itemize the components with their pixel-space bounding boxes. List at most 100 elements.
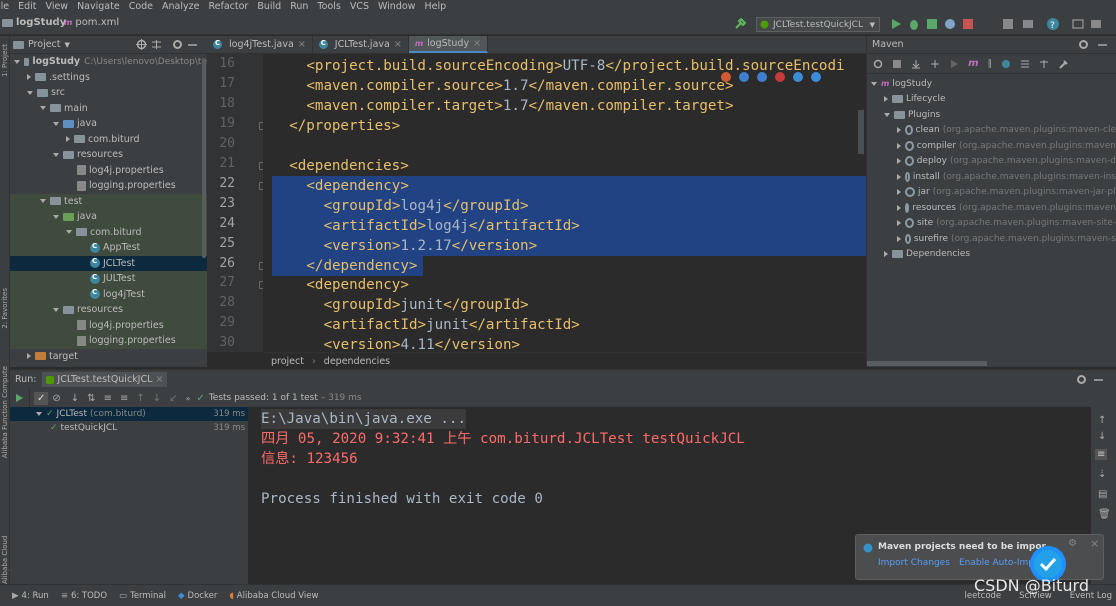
run-icon[interactable]	[949, 59, 959, 69]
chevron-down-icon[interactable]	[53, 152, 59, 157]
tree-node[interactable]: logStudy C:\Users\lenovo\Desktop\te	[10, 54, 207, 70]
collapse-all-icon[interactable]	[151, 39, 162, 50]
reload-icon[interactable]	[873, 59, 883, 69]
chevron-down-icon[interactable]	[40, 199, 46, 204]
maven-tree-node[interactable]: clean (org.apache.maven.plugins:maven-cle	[867, 123, 1116, 139]
next-failed-icon[interactable]: ↓	[153, 393, 161, 404]
chevron-right-icon[interactable]	[27, 74, 31, 81]
editor-tab[interactable]: m logStudy ×	[408, 36, 489, 53]
run-tab[interactable]: JCLTest.testQuickJCL ×	[42, 372, 168, 387]
chevron-right-icon[interactable]	[897, 204, 901, 211]
tree-node[interactable]: resources	[10, 147, 207, 163]
minimize-icon[interactable]	[1097, 39, 1108, 50]
close-icon[interactable]: ×	[155, 374, 163, 385]
chevron-down-icon[interactable]	[36, 412, 42, 416]
show-ignored-icon[interactable]: ⊘	[52, 393, 60, 404]
tree-node[interactable]: AppTest	[10, 240, 207, 256]
function-compute-tool-button[interactable]: Alibaba Function Compute	[1, 366, 9, 458]
previous-failed-icon[interactable]: ↑	[136, 393, 144, 404]
gear-icon[interactable]	[1078, 39, 1089, 50]
print-icon[interactable]: ▤	[1098, 489, 1107, 500]
tree-node[interactable]: src	[10, 85, 207, 101]
maven-tree-node[interactable]: jar (org.apache.maven.plugins:maven-jar-p…	[867, 185, 1116, 201]
maven-tree-node[interactable]: site (org.apache.maven.plugins:maven-site…	[867, 216, 1116, 232]
tree-node[interactable]: com.biturd	[10, 224, 207, 240]
chevron-right-icon[interactable]	[897, 158, 901, 165]
show-passed-toggle[interactable]: ✓	[34, 391, 49, 405]
locate-icon[interactable]	[135, 39, 147, 50]
tree-node[interactable]: JCLTest	[10, 255, 207, 271]
rerun-icon[interactable]	[14, 393, 24, 403]
expand-all-icon[interactable]: ≡	[104, 393, 112, 404]
minimize-icon[interactable]	[187, 39, 198, 50]
breadcrumb-item[interactable]: dependencies	[324, 356, 390, 367]
maven-tree-node[interactable]: compiler (org.apache.maven.plugins:maven	[867, 138, 1116, 154]
chevron-down-icon[interactable]	[66, 230, 72, 235]
scrollbar[interactable]	[858, 110, 864, 154]
execute-goal-icon[interactable]: m	[968, 58, 978, 69]
close-icon[interactable]: ×	[1090, 537, 1099, 550]
maven-tree-node[interactable]: surefire (org.apache.maven.plugins:maven-…	[867, 231, 1116, 247]
tree-node[interactable]: main	[10, 101, 207, 117]
generate-sources-icon[interactable]	[892, 59, 902, 69]
menu-item[interactable]: Edit	[18, 1, 36, 12]
menu-item[interactable]: Navigate	[77, 1, 120, 12]
code-editor[interactable]: <project.build.sourceEncoding>UTF-8</pro…	[263, 54, 866, 352]
tree-node[interactable]: log4j.properties	[10, 163, 207, 179]
sort-alpha-icon[interactable]: ↓	[71, 393, 79, 404]
tree-node[interactable]: java	[10, 116, 207, 132]
scrollbar[interactable]	[202, 58, 206, 258]
debug-icon[interactable]	[908, 18, 920, 30]
close-icon[interactable]: ×	[394, 39, 402, 50]
run-configuration-select[interactable]: JCLTest.testQuickJCL ▼	[756, 17, 880, 32]
enable-auto-import-link[interactable]: Enable Auto-Imp	[959, 558, 1034, 568]
sdk-icon[interactable]	[1022, 18, 1034, 30]
menu-item[interactable]: Window	[378, 1, 415, 12]
download-icon[interactable]	[911, 59, 921, 69]
toggle-offline-icon[interactable]: ∥	[987, 59, 992, 69]
menu-item[interactable]: View	[46, 1, 69, 12]
close-icon[interactable]: ×	[298, 39, 306, 50]
import-changes-link[interactable]: Import Changes	[878, 558, 950, 568]
minimize-icon[interactable]	[1093, 374, 1104, 385]
collapse-all-icon[interactable]: ≡	[120, 393, 128, 404]
hammer-icon[interactable]	[734, 18, 746, 30]
chevron-right-icon[interactable]	[66, 136, 70, 143]
tree-node[interactable]: log4j.properties	[10, 317, 207, 333]
menu-item[interactable]: ile	[0, 1, 9, 12]
todo-tool-button[interactable]: ≡ 6: TODO	[61, 591, 107, 601]
gear-icon[interactable]	[172, 39, 183, 50]
maven-tree-node[interactable]: install (org.apache.maven.plugins:maven-i…	[867, 169, 1116, 185]
menu-item[interactable]: Refactor	[208, 1, 248, 12]
maven-tree-node[interactable]: Dependencies	[867, 247, 1116, 263]
chevron-right-icon[interactable]	[897, 127, 901, 134]
chevron-right-icon[interactable]	[27, 353, 31, 360]
maven-tree-node[interactable]: Plugins	[867, 107, 1116, 123]
chevron-down-icon[interactable]	[53, 307, 59, 312]
test-result-row[interactable]: ✓ JCLTest (com.biturd) 319 ms	[10, 407, 248, 421]
menu-item[interactable]: Tools	[317, 1, 340, 12]
run-icon[interactable]	[890, 18, 902, 30]
maven-tree-node[interactable]: resources (org.apache.maven.plugins:maven	[867, 200, 1116, 216]
chevron-right-icon[interactable]	[884, 96, 888, 103]
menu-item[interactable]: Run	[290, 1, 308, 12]
gear-icon[interactable]	[1076, 374, 1087, 385]
tree-node[interactable]: resources	[10, 302, 207, 318]
sort-duration-icon[interactable]: ⇅	[87, 393, 95, 404]
coverage-icon[interactable]	[926, 18, 938, 30]
show-dependencies-icon[interactable]	[1020, 59, 1030, 69]
tree-node[interactable]: log4jTest	[10, 286, 207, 302]
cloud-view-tool-button[interactable]: ◖ Alibaba Cloud View	[229, 591, 318, 601]
chevron-down-icon[interactable]	[40, 106, 46, 111]
menu-item[interactable]: VCS	[350, 1, 369, 12]
profile-icon[interactable]	[944, 18, 956, 30]
favorites-tool-button[interactable]: 2: Favorites	[1, 288, 9, 329]
chevron-right-icon[interactable]	[897, 173, 901, 180]
project-structure-icon[interactable]	[1002, 18, 1014, 30]
soft-wrap-icon[interactable]: ≡	[1095, 449, 1108, 460]
chevron-right-icon[interactable]	[897, 220, 901, 227]
menu-item[interactable]: Analyze	[162, 1, 199, 12]
down-icon[interactable]: ↓	[1098, 431, 1106, 442]
tree-node[interactable]: com.biturd	[10, 132, 207, 148]
chevron-right-icon[interactable]	[884, 251, 888, 258]
